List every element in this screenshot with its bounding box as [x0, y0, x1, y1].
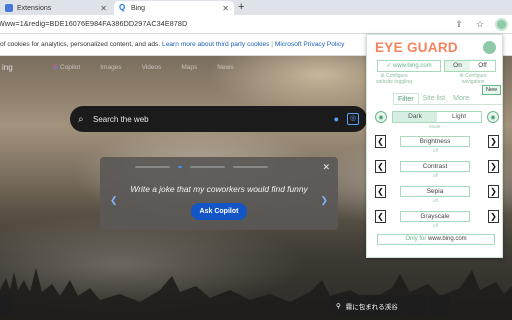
brightness-control: ❮ Brightness ❯	[375, 134, 499, 148]
eye-guard-popup: EYE GUARD ✓ www.bing.com On Off ⚙ Config…	[366, 34, 503, 258]
grayscale-decrease-button[interactable]: ❮	[375, 209, 386, 223]
nav-copilot-label: Copilot	[60, 64, 81, 71]
only-for-label: Only for	[405, 236, 427, 242]
close-tab-icon[interactable]: ✕	[100, 4, 107, 13]
copilot-prompt-text: Write a joke that my coworkers would fin…	[130, 184, 308, 194]
nav-images[interactable]: Images	[100, 64, 121, 71]
bookmark-star-icon[interactable]: ☆	[474, 19, 486, 31]
toolbar-icons: ⇪ ☆	[453, 18, 508, 31]
new-tab-button[interactable]: +	[238, 1, 244, 14]
tab-more[interactable]: More	[449, 93, 473, 104]
carousel-dot	[233, 166, 268, 168]
eye-icon[interactable]: ◉	[487, 111, 499, 123]
mode-dark[interactable]: Dark	[393, 112, 437, 122]
brightness-slider[interactable]: Brightness	[400, 135, 470, 147]
eye-guard-logo-icon	[483, 41, 496, 54]
image-info-bar: ⚲ 霧に包まれる渓谷	[330, 295, 450, 317]
brightness-increase-button[interactable]: ❯	[488, 134, 499, 148]
grayscale-increase-button[interactable]: ❯	[488, 209, 499, 223]
carousel-indicator	[135, 166, 268, 168]
cookie-separator: |	[271, 41, 273, 48]
search-box[interactable]: ⌕ Search the web ● ◎	[70, 106, 367, 132]
cookie-text: of cookies for analytics, personalized c…	[0, 41, 161, 48]
third-party-cookies-link[interactable]: Learn more about third party cookies	[162, 41, 269, 48]
nav-videos[interactable]: Videos	[142, 64, 162, 71]
left-panel-handle[interactable]	[0, 295, 12, 317]
bing-logo[interactable]: ing	[2, 63, 13, 72]
bing-favicon-icon: Q	[119, 3, 126, 12]
image-action-button[interactable]	[406, 295, 427, 317]
carousel-dot	[190, 166, 225, 168]
browser-toolbar: Www=1&redig=BDE16076E984FA386DD297AC34E8…	[0, 15, 512, 34]
image-location-text: 霧に包まれる渓谷	[345, 304, 398, 311]
tab-filter[interactable]: Filter	[393, 93, 419, 104]
chevron-right-icon[interactable]: ❯	[320, 195, 328, 206]
location-pin-icon: ⚲	[336, 303, 341, 310]
privacy-policy-link[interactable]: Microsoft Privacy Policy	[275, 41, 345, 48]
mode-row: ◉ Dark Light ◉	[375, 110, 499, 124]
configure-website-toggling-text: Configure website toggling	[376, 73, 412, 85]
sepia-slider[interactable]: Sepia	[400, 185, 470, 197]
microphone-icon[interactable]: ●	[334, 114, 339, 124]
sepia-decrease-button[interactable]: ❮	[375, 184, 386, 198]
contrast-increase-button[interactable]: ❯	[488, 159, 499, 173]
sepia-caption: off	[433, 198, 438, 203]
visual-search-icon[interactable]: ◎	[347, 113, 359, 125]
contrast-decrease-button[interactable]: ❮	[375, 159, 386, 173]
address-bar[interactable]: Www=1&redig=BDE16076E984FA386DD297AC34E8…	[0, 19, 187, 28]
nav-copilot[interactable]: Copilot	[52, 64, 80, 71]
search-input[interactable]: Search the web	[93, 115, 149, 124]
bing-nav: Copilot Images Videos Maps News	[52, 64, 234, 71]
site-domain-text: www.bing.com	[393, 63, 432, 69]
close-icon[interactable]: ✕	[322, 162, 330, 173]
extensions-favicon-icon	[5, 4, 13, 12]
nav-maps[interactable]: Maps	[181, 64, 197, 71]
carousel-dot	[135, 166, 170, 168]
contrast-control: ❮ Contrast ❯	[375, 159, 499, 173]
tab-label: Extensions	[17, 4, 52, 12]
eye-guard-tabs: Filter Site list More	[393, 93, 503, 105]
mode-light[interactable]: Light	[437, 112, 481, 122]
tab-extensions[interactable]: Extensions ✕	[0, 1, 112, 15]
mode-toggle[interactable]: Dark Light	[392, 111, 482, 123]
eye-icon[interactable]: ◉	[375, 111, 387, 123]
search-icon: ⌕	[78, 113, 84, 125]
configure-navigation-text: Configure navigation	[461, 73, 487, 85]
contrast-slider[interactable]: Contrast	[400, 160, 470, 172]
chevron-left-icon[interactable]: ❮	[110, 195, 118, 206]
tab-site-list[interactable]: Site list	[419, 93, 450, 104]
eye-guard-extension-icon[interactable]	[495, 18, 508, 31]
configure-navigation-link[interactable]: ⚙ Configure navigation	[451, 73, 495, 85]
configure-website-toggling-link[interactable]: ⚙ Configure website toggling	[373, 73, 415, 85]
brightness-caption: off	[433, 148, 438, 153]
grayscale-control: ❮ Grayscale ❯	[375, 209, 499, 223]
contrast-caption: off	[433, 173, 438, 178]
brightness-decrease-button[interactable]: ❮	[375, 134, 386, 148]
off-option[interactable]: Off	[470, 61, 495, 71]
site-domain-field[interactable]: ✓ www.bing.com	[377, 60, 441, 72]
close-tab-icon[interactable]: ✕	[222, 4, 229, 13]
ask-copilot-button[interactable]: Ask Copilot	[191, 203, 247, 220]
on-option[interactable]: On	[445, 61, 470, 71]
grayscale-slider[interactable]: Grayscale	[400, 210, 470, 222]
carousel-dot-active	[178, 166, 182, 168]
on-off-toggle[interactable]: On Off	[444, 60, 496, 72]
tab-label: Bing	[131, 4, 146, 12]
image-action-button[interactable]	[429, 295, 450, 317]
only-for-domain: www.bing.com	[428, 236, 467, 242]
tab-bing[interactable]: Q Bing ✕	[114, 1, 234, 15]
mode-caption: Mode	[429, 124, 441, 129]
eye-guard-title: EYE GUARD	[375, 40, 458, 55]
share-icon[interactable]: ⇪	[453, 19, 465, 31]
nav-news[interactable]: News	[217, 64, 233, 71]
image-location-button[interactable]: ⚲ 霧に包まれる渓谷	[330, 295, 404, 317]
grayscale-caption: off	[433, 223, 438, 228]
copilot-prompt-card: ✕ ❮ ❯ Write a joke that my coworkers wou…	[100, 157, 338, 230]
sepia-control: ❮ Sepia ❯	[375, 184, 499, 198]
tab-strip: Extensions ✕ Q Bing ✕ +	[0, 0, 512, 15]
copilot-icon	[52, 64, 58, 70]
sepia-increase-button[interactable]: ❯	[488, 184, 499, 198]
only-for-site-button[interactable]: Only for www.bing.com	[377, 234, 495, 245]
